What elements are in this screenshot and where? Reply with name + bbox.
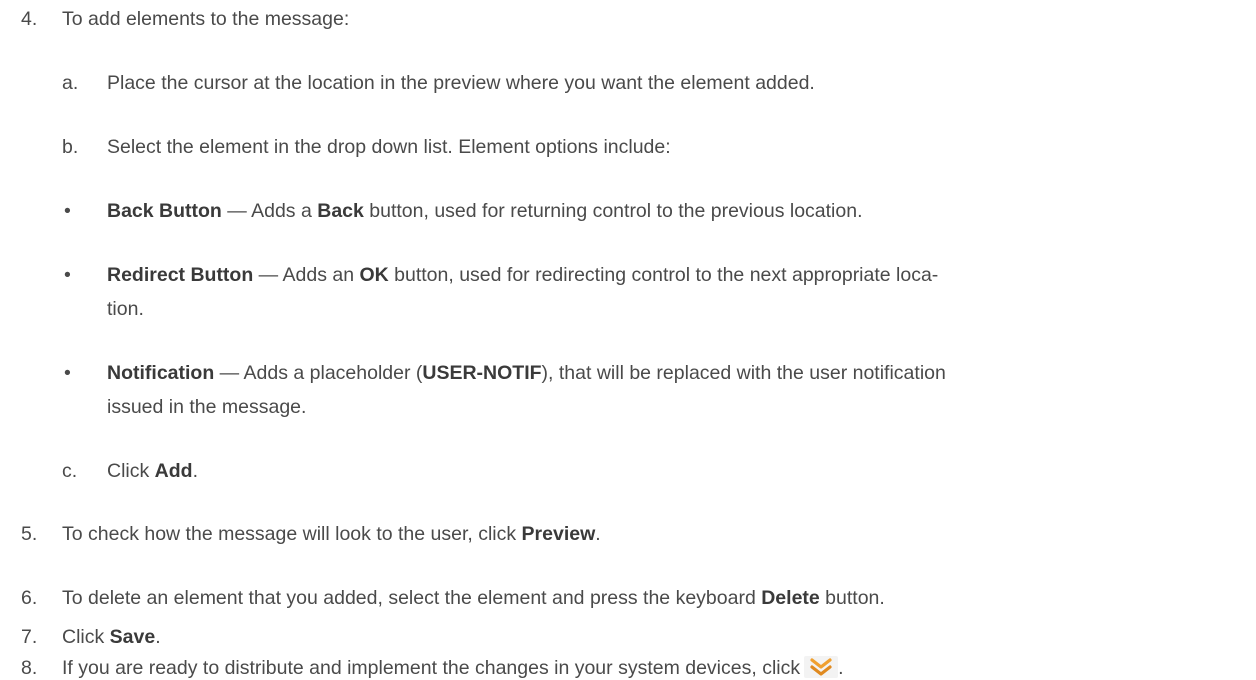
substep-letter: a. bbox=[62, 72, 79, 94]
step-number: 7. bbox=[21, 626, 38, 648]
bullet-bold: USER-NOTIF bbox=[422, 362, 542, 384]
step-text: To delete an element that you added, sel… bbox=[62, 587, 885, 609]
ui-term: Preview bbox=[521, 523, 596, 545]
bullet-term: Notification bbox=[107, 362, 215, 384]
substep-text: Select the element in the drop down list… bbox=[107, 136, 671, 158]
step-text: To add elements to the message: bbox=[62, 8, 350, 30]
bullet-term: Back Button bbox=[107, 200, 222, 222]
bullet-bold: Back bbox=[317, 200, 364, 222]
bullet-term: Redirect Button bbox=[107, 264, 254, 286]
step-number: 4. bbox=[21, 8, 38, 30]
bullet-text: ), that will be replaced with the user n… bbox=[541, 362, 946, 384]
substep-text: Place the cursor at the location in the … bbox=[107, 72, 815, 94]
bullet-text: — Adds an bbox=[253, 264, 360, 286]
step-text: Click Save. bbox=[62, 626, 161, 648]
bullet-bold: OK bbox=[359, 264, 389, 286]
step-number: 6. bbox=[21, 587, 38, 609]
bullet-item: Notification — Adds a placeholder (USER-… bbox=[107, 361, 946, 385]
ui-term: Delete bbox=[761, 587, 820, 609]
step-text: If you are ready to distribute and imple… bbox=[62, 656, 844, 679]
bullet-text: button, used for redirecting control to … bbox=[388, 264, 939, 286]
bullet-text: — Adds a bbox=[221, 200, 318, 222]
bullet-text: — Adds a placeholder ( bbox=[214, 362, 423, 384]
bullet-continuation: tion. bbox=[107, 298, 144, 320]
step-number: 5. bbox=[21, 523, 38, 545]
step-number: 8. bbox=[21, 657, 38, 679]
substep-letter: c. bbox=[62, 460, 78, 482]
bullet-item: Back Button — Adds a Back button, used f… bbox=[107, 199, 863, 223]
bullet-text: button, used for returning control to th… bbox=[363, 200, 863, 222]
double-chevron-down-icon[interactable] bbox=[804, 656, 839, 678]
substep-letter: b. bbox=[62, 136, 79, 158]
ui-term: Add bbox=[154, 460, 193, 482]
ui-term: Save bbox=[109, 626, 156, 648]
step-text: To check how the message will look to th… bbox=[62, 523, 601, 545]
bullet-continuation: issued in the message. bbox=[107, 396, 307, 418]
substep-text: Click Add. bbox=[107, 460, 198, 482]
bullet-marker: • bbox=[64, 264, 71, 286]
bullet-item: Redirect Button — Adds an OK button, use… bbox=[107, 263, 938, 287]
bullet-marker: • bbox=[64, 362, 71, 384]
bullet-marker: • bbox=[64, 200, 71, 222]
